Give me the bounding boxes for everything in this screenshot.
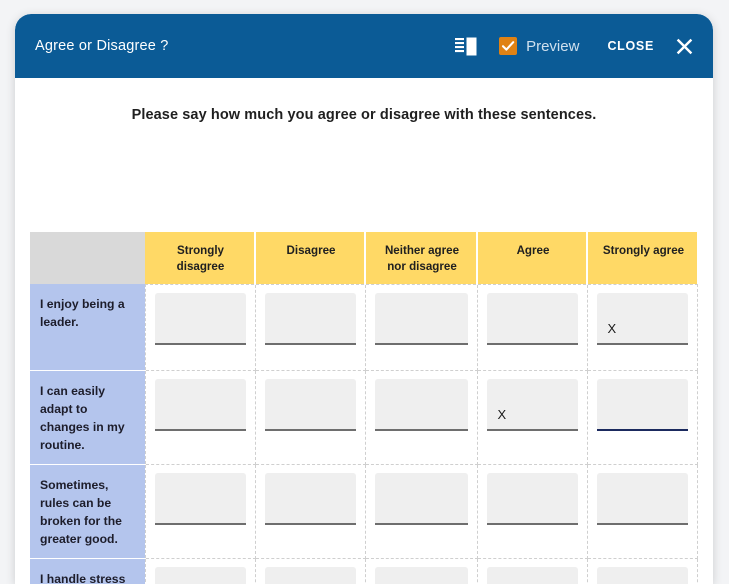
- dialog-body: Please say how much you agree or disagre…: [15, 78, 713, 584]
- matrix-cell-2-3[interactable]: [476, 463, 588, 559]
- preview-label: Preview: [526, 37, 580, 55]
- matrix-input-1-2[interactable]: [374, 378, 468, 431]
- matrix-cell-2-0[interactable]: [144, 463, 256, 559]
- matrix-column-header-1: Disagree: [255, 232, 366, 284]
- matrix-input-1-0[interactable]: [154, 378, 246, 431]
- matrix-cell-1-3[interactable]: X: [476, 369, 588, 465]
- matrix-table: Strongly disagree Disagree Neither agree…: [30, 232, 698, 584]
- matrix-input-3-4[interactable]: [596, 566, 688, 584]
- check-icon: [502, 41, 515, 51]
- matrix-cell-0-1[interactable]: [254, 283, 366, 371]
- matrix-row-label-1: I can easily adapt to changes in my rout…: [30, 370, 145, 465]
- matrix-cell-1-2[interactable]: [364, 369, 478, 465]
- matrix-cell-0-4[interactable]: X: [586, 283, 698, 371]
- matrix-column-header-3: Agree: [477, 232, 588, 284]
- titlebar-actions: Preview CLOSE: [455, 37, 695, 56]
- matrix-value-0-4: X: [607, 320, 617, 336]
- matrix-input-3-3[interactable]: [486, 566, 578, 584]
- matrix-cell-2-2[interactable]: [364, 463, 478, 559]
- dialog-card: Agree or Disagree ? Preview CLOSE Please…: [15, 14, 713, 584]
- matrix-cell-1-1[interactable]: [254, 369, 366, 465]
- matrix-input-3-1[interactable]: [264, 566, 356, 584]
- matrix-input-2-0[interactable]: [154, 472, 246, 525]
- matrix-input-0-3[interactable]: [486, 292, 578, 345]
- matrix-input-0-0[interactable]: [154, 292, 246, 345]
- page-title: Please say how much you agree or disagre…: [131, 107, 597, 123]
- table-row: I handle stress well at work.: [30, 557, 698, 584]
- matrix-row-label-0: I enjoy being a leader.: [30, 284, 145, 371]
- matrix-value-1-3: X: [497, 406, 507, 422]
- matrix-cell-3-2[interactable]: [364, 557, 478, 584]
- matrix-header-row: Strongly disagree Disagree Neither agree…: [30, 232, 697, 284]
- dialog-titlebar: Agree or Disagree ? Preview CLOSE: [15, 14, 713, 78]
- matrix-cell-3-1[interactable]: [254, 557, 366, 584]
- matrix-input-2-3[interactable]: [486, 472, 578, 525]
- preview-checkbox[interactable]: [499, 37, 518, 55]
- matrix-scroll-area: Strongly disagree Disagree Neither agree…: [30, 232, 713, 584]
- matrix-input-2-1[interactable]: [264, 472, 356, 525]
- matrix-input-0-4[interactable]: X: [596, 292, 688, 345]
- matrix-cell-1-0[interactable]: [144, 369, 256, 465]
- matrix-column-header-4: Strongly agree: [587, 232, 697, 284]
- close-icon[interactable]: [676, 38, 693, 55]
- matrix-cell-1-4[interactable]: [586, 369, 698, 465]
- dialog-title: Agree or Disagree ?: [35, 38, 169, 54]
- matrix-cell-3-0[interactable]: [144, 557, 256, 584]
- preview-toggle[interactable]: Preview: [499, 37, 579, 55]
- matrix-cell-2-4[interactable]: [586, 463, 698, 559]
- matrix-input-1-4[interactable]: [596, 378, 688, 431]
- matrix-cell-0-3[interactable]: [476, 283, 588, 371]
- matrix-cell-2-1[interactable]: [254, 463, 366, 559]
- matrix-corner-cell: [30, 232, 145, 284]
- matrix-cell-3-3[interactable]: [476, 557, 588, 584]
- split-view-icon[interactable]: [455, 37, 477, 56]
- matrix-row-label-2: Sometimes, rules can be broken for the g…: [30, 464, 145, 559]
- close-button[interactable]: CLOSE: [607, 39, 654, 53]
- matrix-input-2-4[interactable]: [596, 472, 688, 525]
- matrix-input-2-2[interactable]: [374, 472, 468, 525]
- matrix-input-1-1[interactable]: [264, 378, 356, 431]
- matrix-input-3-0[interactable]: [154, 566, 246, 584]
- matrix-input-0-1[interactable]: [264, 292, 356, 345]
- matrix-header: Strongly disagree Disagree Neither agree…: [30, 232, 697, 284]
- matrix-input-3-2[interactable]: [374, 566, 468, 584]
- table-row: I enjoy being a leader. X: [30, 283, 698, 371]
- matrix-input-0-2[interactable]: [374, 292, 468, 345]
- matrix-cell-0-0[interactable]: [144, 283, 256, 371]
- matrix-cell-0-2[interactable]: [364, 283, 478, 371]
- table-row: I can easily adapt to changes in my rout…: [30, 369, 698, 465]
- matrix-column-header-0: Strongly disagree: [145, 232, 256, 284]
- matrix-body: I enjoy being a leader. X I can easily a…: [30, 283, 698, 584]
- matrix-input-1-3[interactable]: X: [486, 378, 578, 431]
- matrix-cell-3-4[interactable]: [586, 557, 698, 584]
- matrix-column-header-2: Neither agree nor disagree: [365, 232, 478, 284]
- matrix-row-label-3: I handle stress well at work.: [30, 558, 145, 584]
- table-row: Sometimes, rules can be broken for the g…: [30, 463, 698, 559]
